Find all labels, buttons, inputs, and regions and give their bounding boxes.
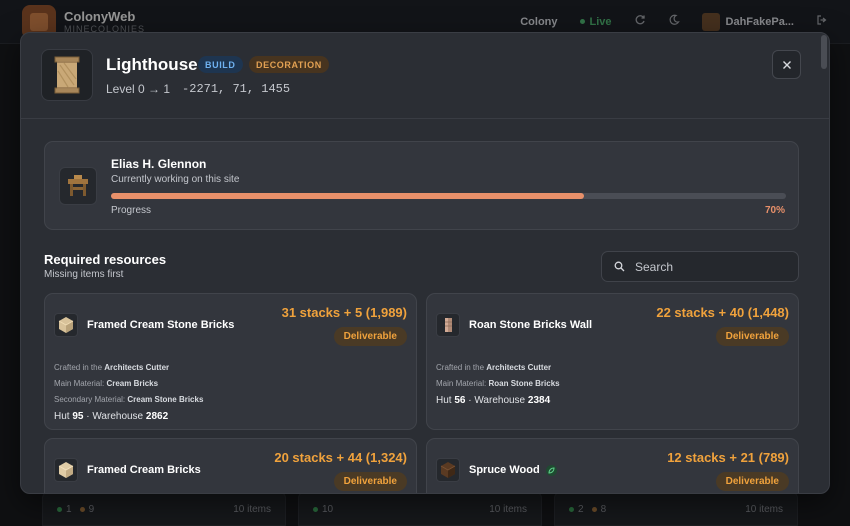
item-location: Hut 56 · Warehouse 2384 [436, 395, 551, 406]
deliverable-badge: Deliverable [333, 327, 407, 346]
item-count: 12 stacks + 21 (789) [667, 450, 789, 465]
search-box[interactable] [601, 251, 799, 282]
scroll-banner-icon [41, 49, 93, 101]
item-count: 31 stacks + 5 (1,989) [281, 305, 407, 320]
resource-card: Roan Stone Bricks Wall 22 stacks + 40 (1… [426, 293, 799, 430]
worker-card: Elias H. Glennon Currently working on th… [44, 141, 799, 230]
deliverable-badge: Deliverable [333, 472, 407, 491]
progress-bar [111, 193, 786, 199]
building-meta: Level 0 → 1 -2271, 71, 1455 [106, 82, 290, 96]
decoration-tag: DECORATION [249, 56, 329, 73]
item-name: Framed Cream Stone Bricks [87, 319, 235, 331]
worker-status: Currently working on this site [111, 174, 240, 185]
building-coords: -2271, 71, 1455 [182, 82, 291, 96]
leaf-icon [545, 464, 557, 476]
build-tag: BUILD [198, 56, 243, 73]
item-location: Hut 95 · Warehouse 2862 [54, 411, 169, 422]
item-details: Crafted in the Architects Cutter Main Ma… [54, 360, 203, 425]
resource-card: Spruce Wood 12 stacks + 21 (789) Deliver… [426, 438, 799, 493]
item-count: 20 stacks + 44 (1,324) [274, 450, 407, 465]
section-title: Required resources [44, 252, 167, 267]
page-title: Lighthouse [106, 55, 198, 74]
workbench-icon [59, 167, 97, 205]
item-name: Spruce Wood [469, 464, 557, 476]
building-level: Level 0 → 1 [106, 82, 171, 96]
item-count: 22 stacks + 40 (1,448) [656, 305, 789, 320]
progress-fill [111, 193, 584, 199]
deliverable-badge: Deliverable [715, 472, 789, 491]
building-modal: Lighthouse BUILD DECORATION Level 0 → 1 … [20, 32, 830, 494]
item-details: Crafted in the Architects Cutter Main Ma… [436, 360, 560, 409]
search-input[interactable] [635, 259, 785, 274]
resource-card: Framed Cream Stone Bricks 31 stacks + 5 … [44, 293, 417, 430]
close-button[interactable] [772, 50, 801, 79]
cream-brick-block-icon [54, 313, 78, 337]
modal-header: Lighthouse BUILD DECORATION Level 0 → 1 … [21, 33, 829, 119]
item-name: Framed Cream Bricks [87, 464, 201, 476]
resource-card: Framed Cream Bricks 20 stacks + 44 (1,32… [44, 438, 417, 493]
worker-name: Elias H. Glennon [111, 157, 207, 171]
close-icon [782, 60, 791, 69]
item-name: Roan Stone Bricks Wall [469, 319, 593, 331]
cream-brick-block-icon [54, 458, 78, 482]
section-subtitle: Missing items first [44, 269, 124, 280]
stone-wall-icon [436, 313, 460, 337]
deliverable-badge: Deliverable [715, 327, 789, 346]
progress-label: Progress [111, 205, 152, 216]
progress-percent: 70% [764, 205, 785, 216]
search-icon [614, 261, 625, 272]
spruce-log-icon [436, 458, 460, 482]
